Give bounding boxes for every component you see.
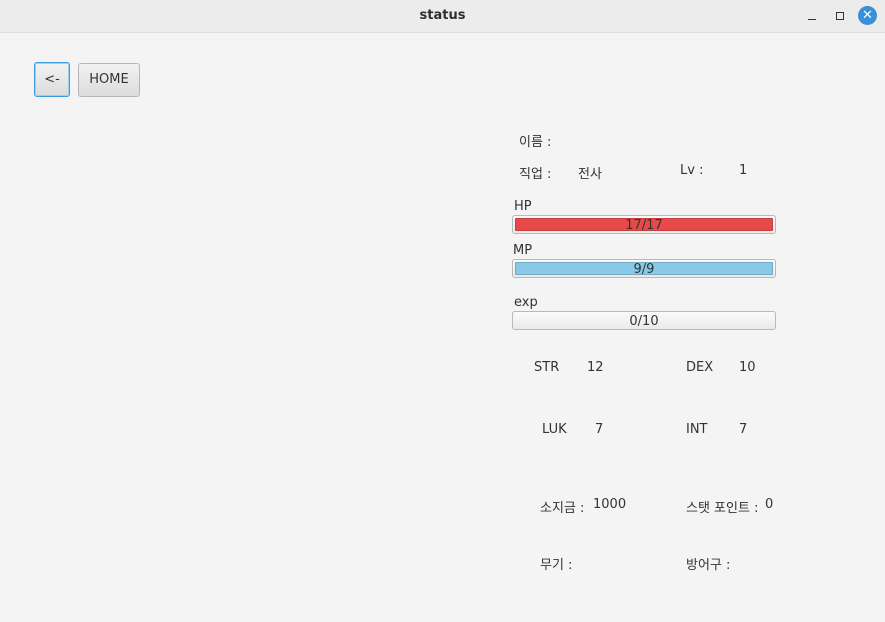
armor-label: 방어구 : — [686, 558, 731, 573]
hp-label: HP — [514, 199, 532, 214]
int-value: 7 — [739, 422, 748, 437]
dex-value: 10 — [739, 360, 756, 375]
stat-points-label: 스탯 포인트 : — [686, 501, 759, 516]
job-value: 전사 — [578, 167, 602, 182]
str-value: 12 — [587, 360, 604, 375]
gold-label: 소지금 : — [540, 501, 585, 516]
hp-bar: 17/17 — [512, 215, 776, 234]
level-value: 1 — [739, 163, 748, 178]
dex-label: DEX — [686, 360, 714, 375]
job-label: 직업 : — [519, 167, 552, 182]
mp-label: MP — [513, 243, 533, 258]
stat-points-value: 0 — [765, 497, 774, 512]
level-label: Lv : — [680, 163, 704, 178]
exp-label: exp — [514, 295, 538, 310]
hp-bar-text: 17/17 — [625, 218, 663, 233]
mp-bar: 9/9 — [512, 259, 776, 278]
exp-bar: 0/10 — [512, 311, 776, 330]
status-window: status ✕ <- HOME 이름 : 직업 : 전사 Lv : 1 HP … — [0, 0, 885, 622]
int-label: INT — [686, 422, 708, 437]
window-title: status — [419, 8, 466, 23]
minimize-icon[interactable] — [803, 7, 821, 25]
gold-value: 1000 — [593, 497, 627, 512]
luk-label: LUK — [542, 422, 567, 437]
home-button[interactable]: HOME — [78, 63, 140, 97]
mp-bar-text: 9/9 — [633, 262, 655, 277]
back-button[interactable]: <- — [34, 62, 70, 97]
close-icon[interactable]: ✕ — [858, 6, 877, 25]
name-label: 이름 : — [519, 135, 552, 150]
weapon-label: 무기 : — [540, 558, 573, 573]
exp-bar-text: 0/10 — [629, 314, 659, 329]
title-bar: status ✕ — [0, 0, 885, 33]
maximize-icon[interactable] — [831, 7, 849, 25]
str-label: STR — [534, 360, 560, 375]
luk-value: 7 — [595, 422, 604, 437]
